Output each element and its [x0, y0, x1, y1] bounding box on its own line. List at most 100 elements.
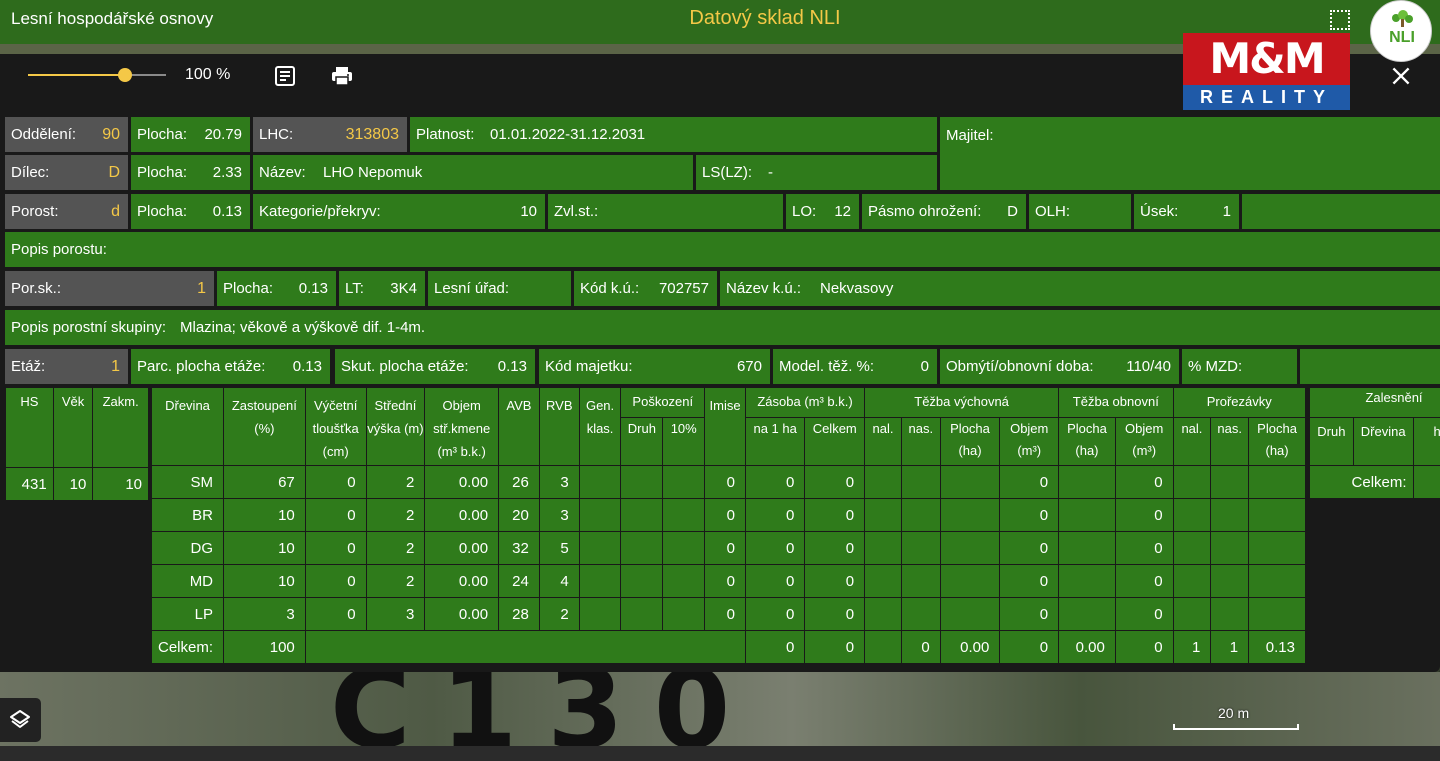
total-zastoupeni: 100: [223, 630, 306, 664]
plocha-oddeleni-cell: Plocha: 20.79: [131, 117, 250, 152]
cell-tv-nas: [900, 465, 941, 499]
close-icon[interactable]: [1388, 63, 1414, 89]
cell-imise: 0: [704, 531, 746, 565]
table-row: SM 67 0 2 0.00 26 3 0 0 0 0 0: [150, 465, 1306, 499]
platnost-label: Platnost:: [416, 126, 475, 143]
cell-rvb: 5: [538, 531, 580, 565]
cell-to-plocha: [1058, 498, 1116, 532]
layers-button[interactable]: [0, 698, 41, 742]
vek-header: Věk: [52, 387, 94, 468]
zoom-slider-thumb[interactable]: [117, 68, 132, 82]
cell-zasoba-na1ha: 0: [744, 564, 806, 598]
cell-tv-objem: 0: [999, 498, 1060, 532]
cell-tv-nas: [900, 597, 941, 631]
cell-objem: 0.00: [424, 564, 500, 598]
lhc-value: 313803: [345, 126, 399, 143]
cell-pr-nal: [1172, 465, 1212, 499]
cell-tv-nal: [864, 498, 902, 532]
dilec-label: Dílec:: [11, 164, 50, 181]
area-select-icon[interactable]: [1330, 10, 1350, 30]
scale-label: 20 m: [1218, 705, 1250, 721]
cell-pr-nas: [1210, 498, 1250, 532]
cell-to-objem: 0: [1114, 465, 1174, 499]
avb-header: AVB: [498, 387, 540, 466]
nli-logo-text: NLI: [1389, 29, 1415, 46]
popis-porostu-label: Popis porostu:: [11, 241, 107, 258]
cell-pr-nas: [1210, 465, 1250, 499]
total-label: Celkem:: [150, 630, 225, 664]
total-tv-objem: 0: [999, 630, 1060, 664]
zvlst-label: Zvl.st.:: [554, 203, 599, 220]
cell-gen: [578, 597, 622, 631]
skut-label: Skut. plocha etáže:: [341, 358, 469, 375]
cell-stredni: 3: [365, 597, 426, 631]
etaz-cell: Etáž: 1: [5, 349, 128, 384]
cell-zasoba-celkem: 0: [804, 564, 866, 598]
nli-logo[interactable]: NLI: [1370, 0, 1432, 62]
cell-druh: [620, 465, 664, 499]
plocha-value: 0.13: [212, 203, 242, 220]
tezba-obnovni-header: Těžba obnovní: [1058, 387, 1174, 418]
cell-to-objem: 0: [1114, 597, 1174, 631]
watermark-logo: M&M REALITY: [1183, 33, 1350, 110]
tv-nas-header: nas.: [900, 417, 941, 466]
to-objem-header: Objem (m³): [1114, 417, 1174, 466]
cell-avb: 28: [498, 597, 540, 631]
popis-skupiny-cell: Popis porostní skupiny: Mlazina; věkově …: [5, 310, 1440, 345]
kategorie-cell: Kategorie/překryv: 10: [253, 194, 545, 229]
kod-majetku-value: 670: [736, 358, 762, 375]
print-icon[interactable]: [330, 64, 354, 88]
cell-to-objem: 0: [1114, 498, 1174, 532]
na1ha-header: na 1 ha: [744, 417, 806, 466]
zalesneni-table: Zalesnění Druh Dřevina h Celkem:: [1309, 387, 1440, 499]
zal-h-header: h: [1412, 417, 1440, 466]
cell-pr-plocha: [1248, 564, 1306, 598]
cell-objem: 0.00: [424, 597, 500, 631]
plocha-porost-cell: Plocha: 0.13: [131, 194, 250, 229]
cell-pr-plocha: [1248, 465, 1306, 499]
cell-p10: [662, 564, 706, 598]
cell-zasoba-celkem: 0: [804, 465, 866, 499]
cell-zastoupeni: 67: [223, 465, 306, 499]
pasmo-label: Pásmo ohrožení:: [868, 203, 982, 220]
lhc-cell: LHC: 313803: [253, 117, 407, 152]
zoom-label: 100 %: [185, 66, 231, 83]
plocha-label: Plocha:: [137, 164, 188, 181]
majitel-label: Majitel:: [946, 127, 994, 144]
plocha-label: Plocha:: [137, 203, 188, 220]
platnost-cell: Platnost: 01.01.2022-31.12.2031: [410, 117, 937, 152]
table-row: 431 10 10: [5, 467, 149, 501]
objem-header: Objem stř.kmene (m³ b.k.): [424, 387, 500, 466]
parc-cell: Parc. plocha etáže: 0.13: [131, 349, 330, 384]
total-pr-nas: 1: [1210, 630, 1250, 664]
zal-total-value: [1412, 465, 1440, 499]
cell-to-plocha: [1058, 597, 1116, 631]
cell-tv-nas: [900, 564, 941, 598]
cell-vycetni: 0: [304, 531, 367, 565]
cell-to-objem: 0: [1114, 564, 1174, 598]
etaz-label: Etáž:: [11, 358, 46, 375]
dilec-cell: Dílec: D: [5, 155, 128, 190]
skut-cell: Skut. plocha etáže: 0.13: [335, 349, 535, 384]
total-pr-nal: 1: [1172, 630, 1212, 664]
cell-tv-objem: 0: [999, 531, 1060, 565]
cell-avb: 32: [498, 531, 540, 565]
cell-p10: [662, 531, 706, 565]
notes-icon[interactable]: [273, 64, 297, 88]
vycetni-header: Výčetní tloušťka (cm): [304, 387, 367, 466]
total-empty: [304, 630, 746, 664]
empty-cell: [1300, 349, 1440, 384]
lt-label: LT:: [345, 280, 364, 297]
zoom-slider[interactable]: [28, 68, 166, 82]
etaz-value: 1: [111, 358, 120, 375]
porsk-label: Por.sk.:: [11, 280, 62, 297]
cell-p10: [662, 465, 706, 499]
prorezavky-header: Prořezávky: [1172, 387, 1307, 418]
porost-cell: Porost: d: [5, 194, 128, 229]
cell-pr-nal: [1172, 498, 1212, 532]
pasmo-cell: Pásmo ohrožení: D: [862, 194, 1026, 229]
obmyti-label: Obmýtí/obnovní doba:: [946, 358, 1094, 375]
cell-drevina: MD: [150, 564, 225, 598]
map-parcel-label: C130: [330, 672, 761, 747]
nazev-ku-label: Název k.ú.:: [726, 280, 802, 297]
